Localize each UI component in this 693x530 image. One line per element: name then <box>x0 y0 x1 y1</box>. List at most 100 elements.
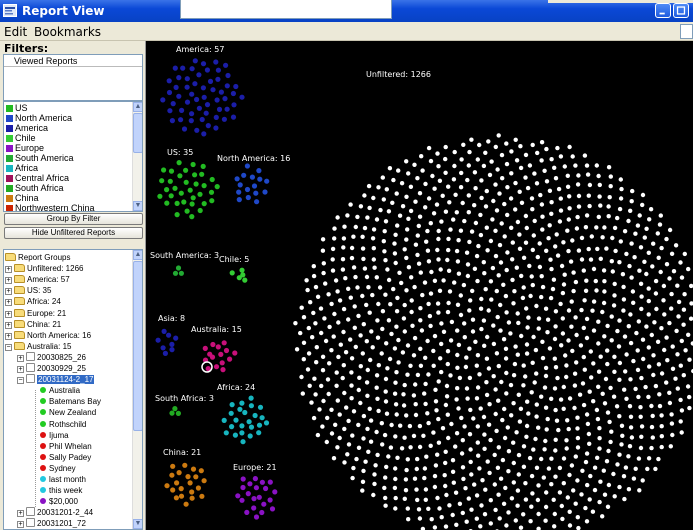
report-dot[interactable] <box>242 409 248 416</box>
report-dot[interactable] <box>628 414 634 419</box>
report-dot[interactable] <box>435 452 440 457</box>
report-dot[interactable] <box>387 166 393 171</box>
report-dot[interactable] <box>402 247 407 252</box>
report-dot[interactable] <box>467 239 472 245</box>
report-dot[interactable] <box>479 296 484 302</box>
report-dot[interactable] <box>584 213 590 218</box>
report-dot[interactable] <box>517 189 522 194</box>
report-dot[interactable] <box>506 510 511 515</box>
report-dot[interactable] <box>559 503 564 509</box>
report-dot[interactable] <box>311 415 317 421</box>
report-dot[interactable] <box>164 200 170 206</box>
report-dot[interactable] <box>508 331 513 336</box>
report-dot[interactable] <box>631 300 636 305</box>
report-dot[interactable] <box>371 257 376 262</box>
report-dot[interactable] <box>433 399 439 404</box>
report-dot[interactable] <box>460 438 465 443</box>
report-dot[interactable] <box>553 437 558 442</box>
report-dot[interactable] <box>628 208 633 213</box>
report-dot[interactable] <box>365 426 370 432</box>
report-dot[interactable] <box>605 410 611 415</box>
report-dot[interactable] <box>465 273 471 279</box>
report-dot[interactable] <box>655 231 660 236</box>
report-dot[interactable] <box>414 466 419 472</box>
report-dot[interactable] <box>351 465 356 471</box>
report-dot[interactable] <box>621 474 627 479</box>
report-dot[interactable] <box>446 435 451 441</box>
report-dot[interactable] <box>399 181 405 186</box>
report-dot[interactable] <box>571 288 576 294</box>
report-dot[interactable] <box>392 346 398 351</box>
report-dot[interactable] <box>632 255 637 260</box>
report-dot[interactable] <box>510 240 515 245</box>
report-dot[interactable] <box>433 387 438 392</box>
tree-scroll-thumb[interactable] <box>133 261 142 431</box>
report-dot[interactable] <box>213 59 219 65</box>
tree-root[interactable]: Report Groups <box>5 252 70 263</box>
report-dot[interactable] <box>566 338 571 343</box>
report-dot[interactable] <box>459 157 464 162</box>
report-dot[interactable] <box>460 200 465 206</box>
report-dot[interactable] <box>360 293 365 299</box>
report-dot[interactable] <box>396 360 401 365</box>
report-dot[interactable] <box>649 332 654 338</box>
report-dot[interactable] <box>488 238 494 244</box>
report-dot[interactable] <box>435 495 440 501</box>
report-dot[interactable] <box>525 399 530 404</box>
report-dot[interactable] <box>503 346 509 351</box>
report-dot[interactable] <box>549 211 554 216</box>
report-dot[interactable] <box>481 414 487 420</box>
report-dot[interactable] <box>519 200 525 205</box>
report-dot[interactable] <box>543 373 549 379</box>
report-dot[interactable] <box>673 376 678 381</box>
report-dot[interactable] <box>549 396 554 401</box>
report-dot[interactable] <box>159 178 165 184</box>
report-dot[interactable] <box>584 451 590 456</box>
report-dot[interactable] <box>502 201 507 207</box>
report-dot[interactable] <box>184 76 190 82</box>
report-dot[interactable] <box>618 196 624 201</box>
report-dot[interactable] <box>571 270 576 275</box>
report-dot[interactable] <box>418 363 424 368</box>
report-dot[interactable] <box>679 408 685 413</box>
report-dot[interactable] <box>521 285 526 290</box>
report-dot[interactable] <box>438 267 443 272</box>
report-dot[interactable] <box>640 337 646 342</box>
report-dot[interactable] <box>393 434 398 439</box>
report-dot[interactable] <box>675 283 680 288</box>
report-dot[interactable] <box>516 392 521 397</box>
report-dot[interactable] <box>573 454 578 459</box>
report-dot[interactable] <box>575 426 580 431</box>
report-dot[interactable] <box>443 460 448 466</box>
report-dot[interactable] <box>457 501 463 506</box>
report-dot[interactable] <box>246 419 252 425</box>
report-dot[interactable] <box>482 512 488 517</box>
report-dot[interactable] <box>417 191 423 196</box>
report-dot[interactable] <box>590 308 595 313</box>
report-dot[interactable] <box>634 330 639 336</box>
report-dot[interactable] <box>349 370 354 375</box>
report-dot[interactable] <box>651 353 656 358</box>
report-dot[interactable] <box>384 411 390 416</box>
report-dot[interactable] <box>379 421 384 426</box>
report-dot[interactable] <box>240 476 246 482</box>
report-dot[interactable] <box>399 446 405 451</box>
report-dot[interactable] <box>630 188 635 194</box>
report-dot[interactable] <box>606 214 611 219</box>
report-dot[interactable] <box>464 386 470 391</box>
report-dot[interactable] <box>637 213 642 218</box>
report-dot[interactable] <box>430 173 435 179</box>
tree-term[interactable]: $20,000 <box>40 496 78 507</box>
report-dot[interactable] <box>386 318 392 323</box>
report-dot[interactable] <box>575 182 581 187</box>
report-dot[interactable] <box>581 402 587 408</box>
report-dot[interactable] <box>623 465 629 470</box>
expand-icon[interactable]: + <box>5 266 12 274</box>
report-dot[interactable] <box>464 519 469 524</box>
report-dot[interactable] <box>552 524 557 529</box>
report-dot[interactable] <box>425 248 431 253</box>
report-dot[interactable] <box>455 328 460 333</box>
report-dot[interactable] <box>423 381 428 387</box>
report-dot[interactable] <box>372 481 377 487</box>
report-dot[interactable] <box>497 516 502 521</box>
